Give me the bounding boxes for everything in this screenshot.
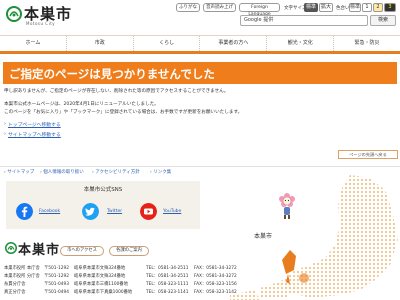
footer-link-links[interactable]: › リンク集 [150, 169, 171, 175]
sns-title: 本巣市公式SNS [83, 187, 123, 193]
error-message: 申し訳ありませんが、ご指定のページが存在しない、削除された等の原因でアクセスする… [4, 89, 229, 94]
color-standard-button[interactable]: 標準 [349, 3, 361, 12]
nav-tourism-culture[interactable]: 観光・文化 [267, 36, 335, 51]
access-button[interactable]: 市へのアクセス [60, 246, 104, 256]
text-size-standard-button[interactable]: 標準 [304, 3, 318, 12]
chevron-right-icon: › [4, 121, 6, 127]
youtube-link[interactable]: YouTube [163, 209, 181, 214]
color-1-button[interactable]: 1 [362, 3, 372, 12]
nav-living[interactable]: くらし [134, 36, 201, 51]
link-sitemap[interactable]: サイトマップへ移動する [8, 131, 61, 138]
link-top-page[interactable]: トップページへ移動する [8, 121, 61, 128]
twitter-icon[interactable] [82, 203, 99, 220]
global-nav: ホーム 市政 くらし 事業者の方へ 観光・文化 緊急・防災 [0, 35, 400, 54]
footer-link-sitemap[interactable]: › サイトマップ [4, 169, 34, 175]
renewal-notice: 本巣市公式ホームページは、2020年4月1日にリニューアルいたしました。 [4, 102, 159, 107]
site-search-input[interactable]: Google 提供 [240, 15, 368, 26]
city-emblem-icon [6, 6, 22, 22]
facebook-icon[interactable] [16, 203, 33, 220]
twitter-link[interactable]: Twitter [107, 209, 122, 214]
department-guide-button[interactable]: 各課のご案内 [109, 246, 149, 256]
text-size-large-button[interactable]: 拡大 [319, 3, 333, 12]
nav-home[interactable]: ホーム [0, 36, 67, 51]
back-to-top-button[interactable]: ページの先頭へ戻る [338, 150, 398, 159]
furigana-button[interactable]: ふりがな [176, 3, 200, 12]
color-scheme-label: 色合い [336, 6, 350, 11]
page-title: ご指定のページは見つかりませんでした [9, 67, 215, 81]
map-city-label: 本巣市 [254, 233, 273, 240]
nav-emergency[interactable]: 緊急・防災 [334, 36, 400, 51]
japan-map-illustration [230, 175, 398, 300]
search-button[interactable]: 検索 [370, 15, 396, 26]
foreign-language-button[interactable]: Foreign Language [239, 3, 280, 17]
chevron-right-icon: › [4, 131, 6, 137]
site-logo-subtitle: Motosu City [26, 21, 56, 26]
color-3-button[interactable]: 3 [384, 3, 396, 12]
bookmark-notice: このページを「お気に入り」や「ブックマーク」に登録されている場合は、お手数ですが… [4, 110, 243, 115]
footer-link-privacy[interactable]: › 個人情報の取り扱い [40, 169, 84, 175]
city-emblem-icon [5, 242, 17, 254]
nav-city-government[interactable]: 市政 [67, 36, 134, 51]
footer-logo-text: 本巣市 [18, 243, 61, 258]
voice-reader-button[interactable]: 音声読み上げ [203, 3, 236, 12]
footer-link-accessibility[interactable]: › アクセシビリティ方針 [92, 169, 140, 175]
youtube-icon[interactable] [140, 203, 157, 220]
facebook-link[interactable]: Facebook [39, 209, 60, 214]
nav-business[interactable]: 事業者の方へ [200, 36, 268, 51]
city-mascot-icon [279, 193, 295, 219]
color-2-button[interactable]: 2 [373, 3, 383, 12]
